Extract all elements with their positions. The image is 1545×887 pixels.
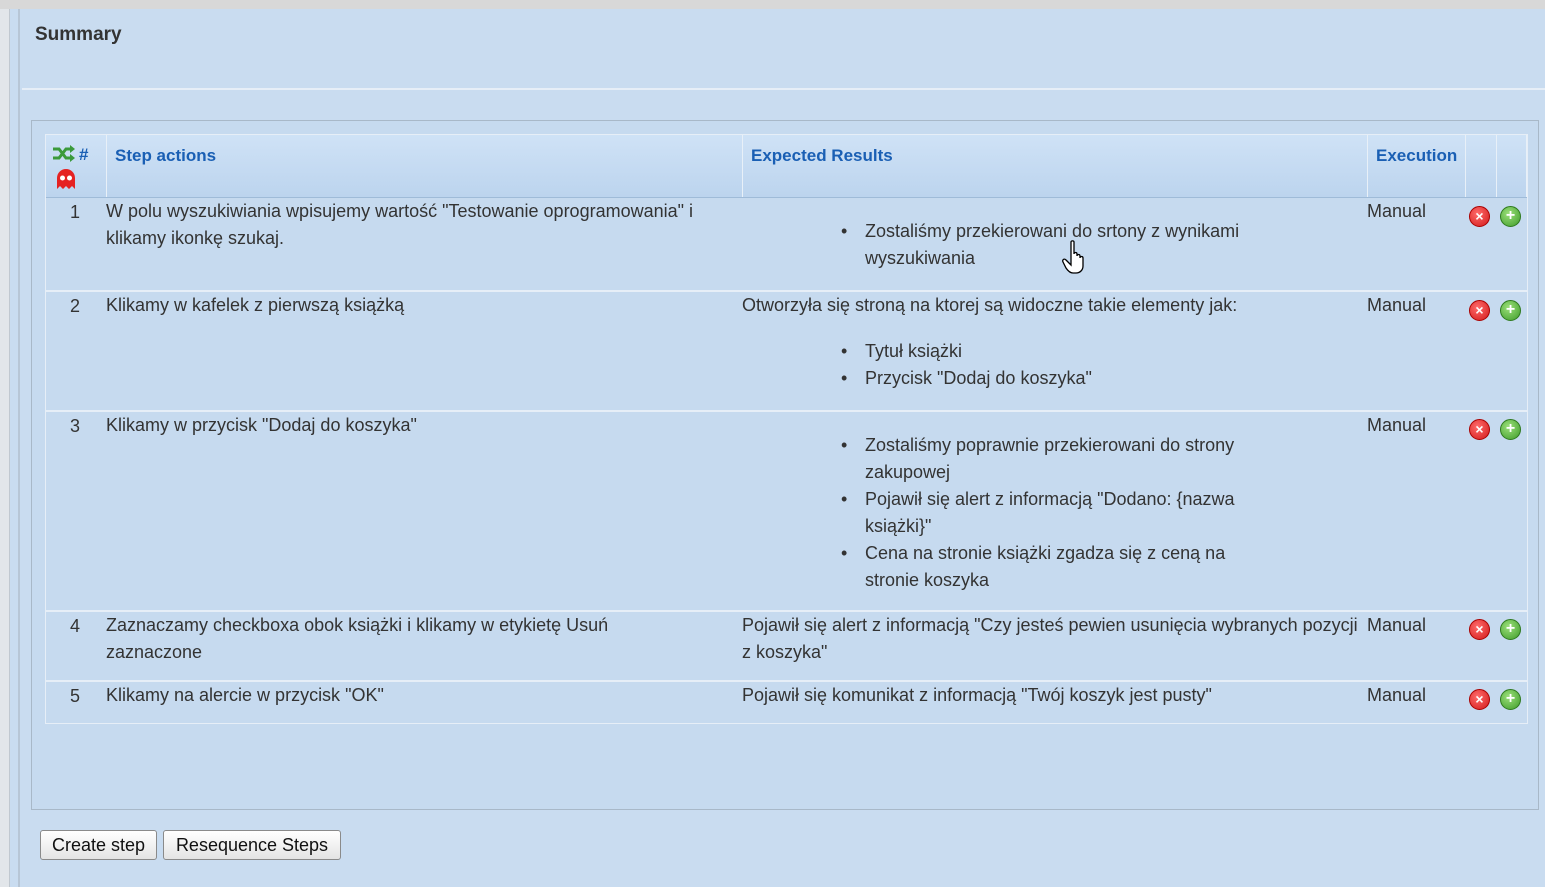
table-row: 3 Klikamy w przycisk "Dodaj do koszyka" … xyxy=(46,412,1527,612)
header-step-actions-label: Step actions xyxy=(115,146,217,165)
expected-intro: Otworzyła się stroną na ktorej są widocz… xyxy=(742,295,1238,315)
expected-intro: Pojawił się alert z informacją "Czy jest… xyxy=(742,615,1358,662)
left-frame-border xyxy=(0,9,10,887)
header-execution-label: Execution xyxy=(1376,146,1458,165)
top-bar xyxy=(0,0,1545,9)
header-add-col xyxy=(1497,135,1527,197)
header-expected-results[interactable]: Expected Results xyxy=(743,135,1368,197)
add-icon[interactable]: + xyxy=(1500,689,1521,710)
expected-item: Pojawił się alert z informacją "Dodano: … xyxy=(841,486,1271,540)
table-row: 2 Klikamy w kafelek z pierwszą książką O… xyxy=(46,292,1527,412)
header-number-cell: # xyxy=(46,135,107,197)
resequence-steps-button[interactable]: Resequence Steps xyxy=(163,830,341,860)
add-icon[interactable]: + xyxy=(1500,206,1521,227)
page-title: Summary xyxy=(35,24,122,45)
expected-results: Tytuł książki Przycisk "Dodaj do koszyka… xyxy=(841,338,1271,392)
execution-type: Manual xyxy=(1367,615,1427,635)
expected-item: Przycisk "Dodaj do koszyka" xyxy=(841,365,1271,392)
execution-type: Manual xyxy=(1367,415,1427,435)
step-action: W polu wyszukiwiania wpisujemy wartość "… xyxy=(106,201,694,248)
step-action: Klikamy w kafelek z pierwszą książką xyxy=(106,295,405,315)
delete-icon[interactable]: × xyxy=(1469,619,1490,640)
step-action: Klikamy na alercie w przycisk "OK" xyxy=(106,685,384,705)
expected-intro: Pojawił się komunikat z informacją "Twój… xyxy=(742,685,1212,705)
step-action: Klikamy w przycisk "Dodaj do koszyka" xyxy=(106,415,417,435)
table-row: 4 Zaznaczamy checkboxa obok książki i kl… xyxy=(46,612,1527,682)
hand-cursor-icon xyxy=(1062,240,1084,274)
execution-type: Manual xyxy=(1367,685,1427,705)
ghost-icon[interactable] xyxy=(55,168,77,190)
title-divider xyxy=(22,88,1545,90)
delete-icon[interactable]: × xyxy=(1469,300,1490,321)
expected-results: Zostaliśmy przekierowani do srtony z wyn… xyxy=(841,218,1271,272)
delete-icon[interactable]: × xyxy=(1469,419,1490,440)
shuffle-icon[interactable] xyxy=(52,145,76,163)
expected-item: Zostaliśmy poprawnie przekierowani do st… xyxy=(841,432,1271,486)
step-number: 3 xyxy=(69,416,80,436)
header-expected-results-label: Expected Results xyxy=(751,146,893,165)
header-step-actions[interactable]: Step actions xyxy=(107,135,743,197)
execution-type: Manual xyxy=(1367,295,1427,315)
left-frame-divider xyxy=(18,9,20,887)
add-icon[interactable]: + xyxy=(1500,419,1521,440)
create-step-button[interactable]: Create step xyxy=(40,830,157,860)
step-action: Zaznaczamy checkboxa obok książki i klik… xyxy=(106,615,609,662)
step-number: 1 xyxy=(69,202,80,222)
table-row: 1 W polu wyszukiwiania wpisujemy wartość… xyxy=(46,198,1527,292)
header-execution[interactable]: Execution xyxy=(1368,135,1466,197)
delete-icon[interactable]: × xyxy=(1469,689,1490,710)
table-header: # Step actions Expected Results Executio… xyxy=(46,135,1527,198)
expected-item: Tytuł książki xyxy=(841,338,1271,365)
header-delete-col xyxy=(1466,135,1497,197)
table-row: 5 Klikamy na alercie w przycisk "OK" Poj… xyxy=(46,682,1527,724)
step-number: 4 xyxy=(69,616,80,636)
expected-results: Zostaliśmy poprawnie przekierowani do st… xyxy=(841,432,1271,594)
add-icon[interactable]: + xyxy=(1500,300,1521,321)
step-number: 5 xyxy=(69,686,80,706)
execution-type: Manual xyxy=(1367,201,1427,221)
header-number: # xyxy=(79,145,89,164)
delete-icon[interactable]: × xyxy=(1469,206,1490,227)
expected-item: Cena na stronie książki zgadza się z cen… xyxy=(841,540,1271,594)
step-number: 2 xyxy=(69,296,80,316)
expected-item: Zostaliśmy przekierowani do srtony z wyn… xyxy=(841,218,1271,272)
add-icon[interactable]: + xyxy=(1500,619,1521,640)
